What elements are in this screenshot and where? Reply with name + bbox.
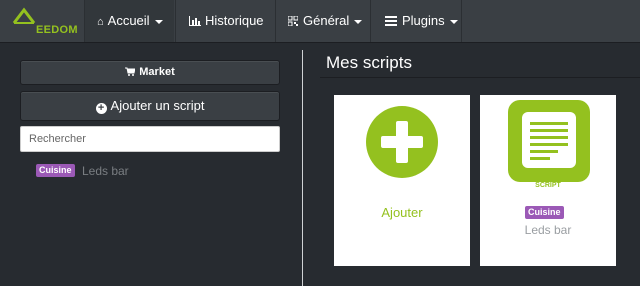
nav-general-label: Général — [303, 13, 350, 28]
script-list-item[interactable]: Cuisine Leds bar — [36, 162, 129, 178]
panel-divider — [302, 50, 303, 286]
qrcode-icon — [287, 15, 299, 27]
plus-circle-icon: + — [95, 103, 107, 114]
script-icon-caption: SCRIPT — [535, 182, 561, 189]
top-navbar: EEDOM ⌂ Accueil Historique Général Plugin… — [0, 0, 640, 43]
nav-accueil[interactable]: ⌂ Accueil — [84, 0, 174, 42]
search-input[interactable] — [20, 126, 280, 152]
brand-logo[interactable]: EEDOM — [8, 7, 82, 37]
market-button[interactable]: Market — [20, 60, 280, 85]
page-title: Mes scripts — [326, 53, 412, 72]
nav-plugins-label: Plugins — [402, 13, 445, 28]
nav-historique-label: Historique — [205, 13, 264, 28]
script-card-name: Leds bar — [524, 223, 572, 237]
add-script-button[interactable]: + Ajouter un script — [20, 91, 280, 121]
caret-down-icon — [354, 19, 363, 24]
nav-general[interactable]: Général — [275, 0, 370, 42]
title-divider — [320, 77, 640, 78]
add-script-button-label: Ajouter un script — [110, 98, 205, 113]
add-script-card[interactable]: Ajouter — [334, 95, 470, 266]
market-button-label: Market — [139, 66, 175, 78]
script-list-item-label: Leds bar — [81, 163, 129, 178]
category-badge: Cuisine — [36, 164, 75, 178]
house-roof-icon — [12, 7, 36, 24]
nav-plugins[interactable]: Plugins — [370, 0, 462, 42]
script-card[interactable]: SCRIPT Cuisine Leds bar — [480, 95, 616, 266]
nav-accueil-label: Accueil — [107, 13, 150, 28]
add-card-label: Ajouter — [381, 205, 423, 220]
shopping-cart-icon — [125, 61, 136, 84]
caret-down-icon — [154, 19, 163, 24]
bar-chart-icon — [189, 16, 201, 26]
script-document-icon — [508, 100, 590, 182]
caret-down-icon — [449, 19, 458, 24]
home-icon: ⌂ — [97, 16, 104, 28]
plus-circle-icon — [366, 106, 438, 178]
logo-text: EEDOM — [36, 24, 78, 36]
category-badge: Cuisine — [525, 206, 564, 219]
tasks-icon — [385, 16, 397, 26]
nav-historique[interactable]: Historique — [175, 0, 274, 42]
